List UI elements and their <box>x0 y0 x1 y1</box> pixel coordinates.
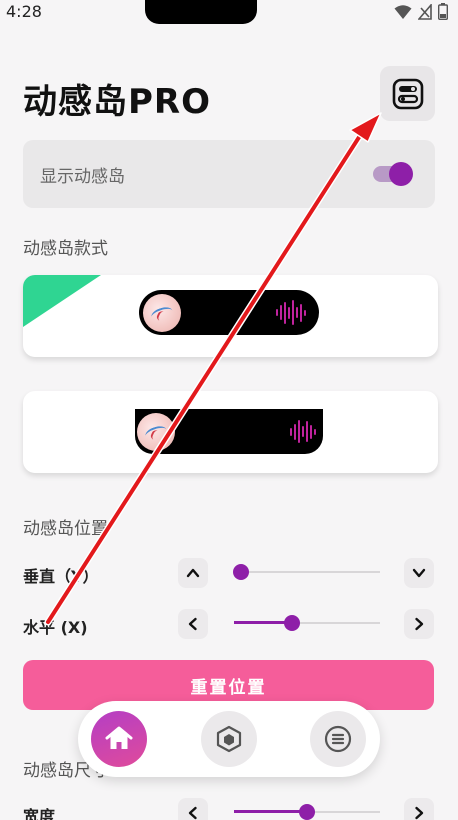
chevron-left-icon <box>188 617 197 631</box>
app-title: 动感岛PRO <box>23 82 212 122</box>
width-slider[interactable] <box>234 804 380 820</box>
width-decrease-button[interactable] <box>178 798 208 820</box>
switch-thumb <box>389 162 413 186</box>
style-card-notch[interactable] <box>23 391 438 473</box>
bottom-nav <box>78 701 380 777</box>
cube-icon <box>216 725 242 753</box>
album-art-icon <box>143 293 181 332</box>
horizontal-left-button[interactable] <box>178 609 208 639</box>
island-preview-pill <box>139 290 319 335</box>
home-icon <box>105 726 133 749</box>
no-sim-icon <box>418 3 432 20</box>
vertical-slider[interactable] <box>232 564 380 580</box>
horizontal-label: 水平 (X) <box>23 618 88 637</box>
settings-toggles-icon <box>392 78 423 109</box>
chevron-up-icon <box>186 568 200 578</box>
wifi-icon <box>394 4 412 19</box>
chevron-right-icon <box>415 617 424 631</box>
slider-thumb[interactable] <box>284 615 301 631</box>
chevron-right-icon <box>415 806 424 820</box>
selected-ribbon <box>23 275 101 327</box>
sound-wave-icon <box>290 419 316 444</box>
style-card-pill[interactable] <box>23 275 438 357</box>
show-island-row[interactable]: 显示动感岛 <box>23 140 435 208</box>
slider-thumb[interactable] <box>232 564 249 580</box>
chevron-left-icon <box>188 806 197 820</box>
status-bar: 4:28 <box>0 0 458 26</box>
battery-icon <box>438 3 448 20</box>
section-title-position: 动感岛位置 <box>23 519 108 539</box>
camera-cutout <box>145 0 257 24</box>
width-label: 宽度 <box>23 807 56 820</box>
section-title-style: 动感岛款式 <box>23 239 108 259</box>
nav-style-button[interactable] <box>201 711 257 767</box>
horizontal-slider[interactable] <box>234 615 380 631</box>
album-art-icon <box>137 413 175 451</box>
chevron-down-icon <box>412 568 426 578</box>
slider-thumb[interactable] <box>299 804 315 820</box>
island-preview-notch <box>135 409 323 454</box>
show-island-label: 显示动感岛 <box>40 167 125 187</box>
nav-menu-button[interactable] <box>310 711 366 767</box>
list-icon <box>324 725 352 753</box>
horizontal-right-button[interactable] <box>404 609 434 639</box>
slider-track <box>238 571 380 573</box>
status-icons <box>394 3 448 20</box>
nav-home-button[interactable] <box>91 711 147 767</box>
vertical-label: 垂直（Y） <box>23 567 99 586</box>
show-island-switch[interactable] <box>373 162 413 186</box>
status-time: 4:28 <box>6 2 42 21</box>
vertical-down-button[interactable] <box>404 558 434 588</box>
width-increase-button[interactable] <box>404 798 434 820</box>
sound-wave-icon <box>276 300 306 325</box>
vertical-up-button[interactable] <box>178 558 208 588</box>
slider-fill <box>234 810 307 813</box>
settings-button[interactable] <box>380 66 435 121</box>
